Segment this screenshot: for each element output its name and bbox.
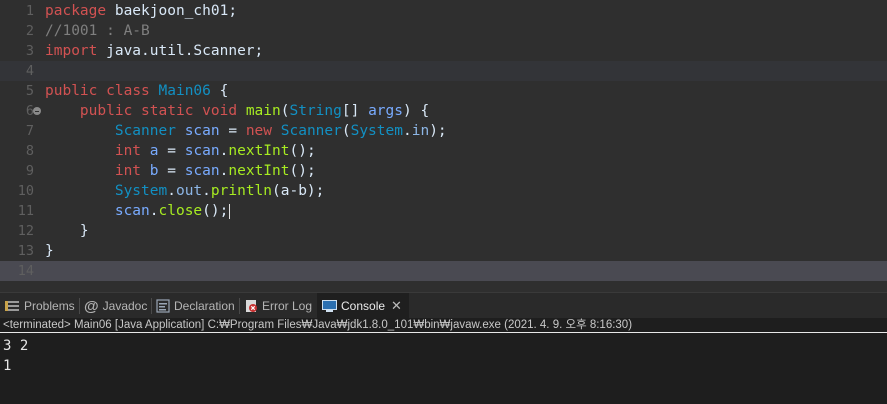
close-icon[interactable]: ✕: [391, 298, 402, 314]
console-output-line: 1: [3, 358, 12, 374]
code-line[interactable]: 14: [0, 261, 887, 281]
at-sign-icon: @: [84, 297, 99, 315]
line-number: 3: [25, 43, 34, 59]
tab-javadoc[interactable]: @ Javadoc: [84, 293, 147, 319]
code-line[interactable]: 10 System.out.println(a-b);: [0, 181, 887, 201]
code-text: public static void main(String[] args) {: [79, 103, 430, 119]
declaration-icon: [156, 299, 170, 313]
line-number: 7: [25, 123, 34, 139]
console-output-line: 3 2: [3, 338, 29, 354]
code-text: int b = scan.nextInt();: [114, 163, 316, 179]
code-text: }: [45, 243, 54, 259]
line-number: 6: [25, 103, 34, 119]
tab-declaration[interactable]: Declaration: [156, 293, 235, 319]
code-text: scan.close();: [114, 203, 229, 219]
console-icon: [322, 299, 337, 313]
tab-error-log[interactable]: Error Log: [244, 293, 312, 319]
tab-divider: [151, 298, 152, 314]
code-line[interactable]: 8 int a = scan.nextInt();: [0, 141, 887, 161]
console-output[interactable]: 3 2 1: [0, 333, 887, 404]
code-line[interactable]: 5 public class Main06 {: [0, 81, 887, 101]
tab-javadoc-label: Javadoc: [102, 299, 148, 313]
code-line[interactable]: 6 public static void main(String[] args)…: [0, 101, 887, 121]
code-line[interactable]: 12 }: [0, 221, 887, 241]
code-text: package baekjoon_ch01;: [45, 3, 238, 19]
code-text: import java.util.Scanner;: [45, 43, 264, 59]
line-number: 12: [17, 223, 34, 239]
code-text: public class Main06 {: [45, 83, 229, 99]
text-caret: [229, 204, 230, 219]
line-number: 11: [17, 203, 34, 219]
line-number: 5: [25, 83, 34, 99]
problems-icon: [4, 299, 20, 313]
error-log-icon: [244, 299, 258, 313]
line-number: 1: [25, 3, 34, 19]
code-text: int a = scan.nextInt();: [114, 143, 316, 159]
tab-error-log-label: Error Log: [262, 299, 313, 313]
tab-problems-label: Problems: [24, 299, 75, 313]
code-line[interactable]: 11 scan.close();: [0, 201, 887, 221]
line-number: 2: [25, 23, 34, 39]
code-line[interactable]: 9 int b = scan.nextInt();: [0, 161, 887, 181]
code-line[interactable]: 3 import java.util.Scanner;: [0, 41, 887, 61]
code-line[interactable]: 7 Scanner scan = new Scanner(System.in);: [0, 121, 887, 141]
tab-divider: [239, 298, 240, 314]
line-number: 9: [25, 163, 34, 179]
console-process-label: <terminated> Main06 [Java Application] C…: [3, 319, 633, 331]
code-line[interactable]: 1 package baekjoon_ch01;: [0, 1, 887, 21]
code-text: Scanner scan = new Scanner(System.in);: [114, 123, 447, 139]
line-number: 10: [17, 183, 34, 199]
tab-declaration-label: Declaration: [174, 299, 235, 313]
tab-console[interactable]: Console ✕: [317, 293, 409, 319]
code-text: //1001 : A-B: [45, 23, 150, 39]
tab-console-label: Console: [341, 299, 386, 313]
tab-divider: [79, 298, 80, 314]
line-number: 13: [17, 243, 34, 259]
fold-collapse-icon[interactable]: [33, 107, 41, 115]
code-line[interactable]: 13}: [0, 241, 887, 261]
code-text: System.out.println(a-b);: [114, 183, 325, 199]
tab-problems[interactable]: Problems: [4, 293, 75, 319]
code-text: }: [45, 223, 89, 239]
line-number: 14: [17, 263, 34, 279]
line-number: 8: [25, 143, 34, 159]
code-line[interactable]: 2 //1001 : A-B: [0, 21, 887, 41]
line-number: 4: [25, 63, 34, 79]
code-line[interactable]: 4: [0, 61, 887, 81]
console-status-line: <terminated> Main06 [Java Application] C…: [0, 318, 887, 332]
view-tab-bar: Problems @ Javadoc Declaration Error Log…: [0, 292, 887, 319]
code-editor[interactable]: 1 package baekjoon_ch01; 2 //1001 : A-B 3 imp…: [0, 0, 887, 292]
